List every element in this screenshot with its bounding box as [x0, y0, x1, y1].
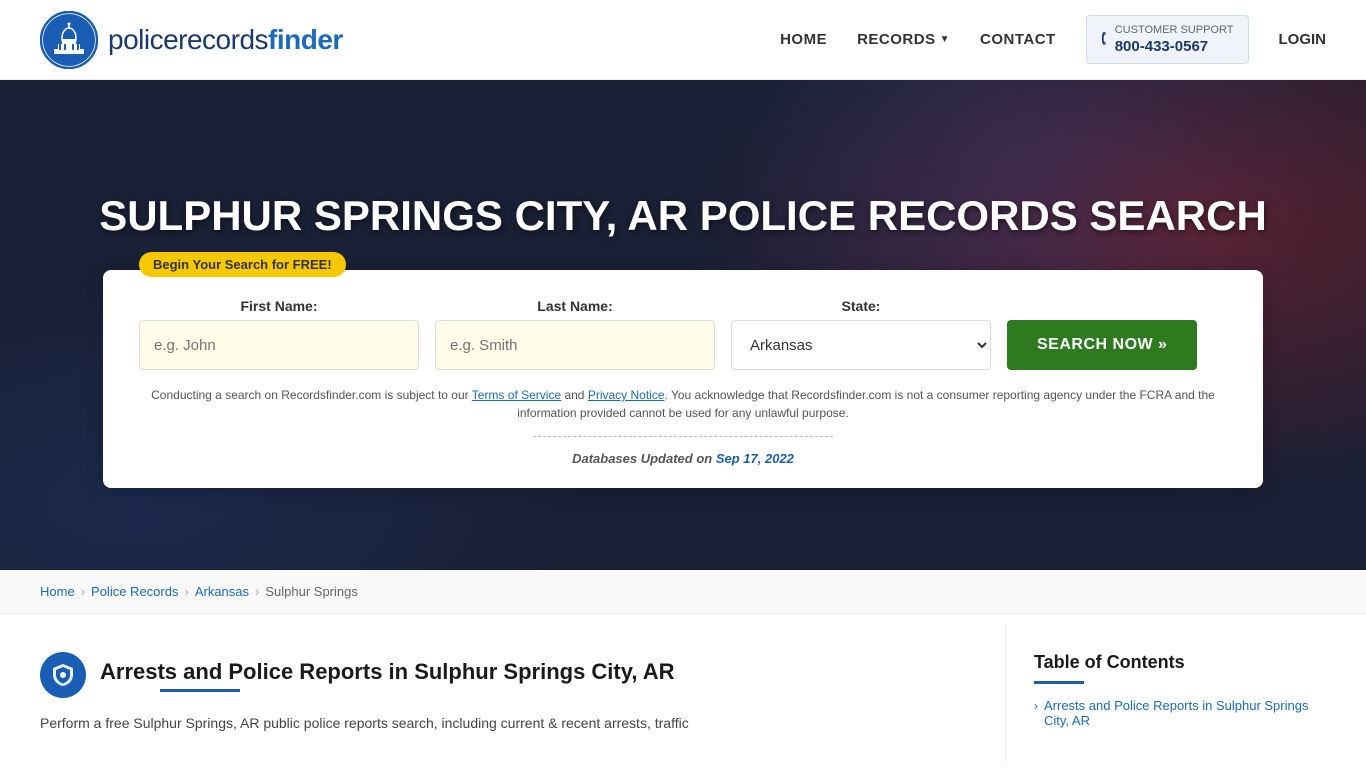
toc-item-1[interactable]: › Arrests and Police Reports in Sulphur …: [1034, 698, 1326, 728]
breadcrumb-home[interactable]: Home: [40, 584, 75, 599]
state-label: State:: [731, 298, 991, 314]
last-name-label: Last Name:: [435, 298, 715, 314]
last-name-group: Last Name:: [435, 298, 715, 370]
hero-content: SULPHUR SPRINGS CITY, AR POLICE RECORDS …: [0, 162, 1366, 488]
first-name-input[interactable]: [139, 320, 419, 370]
first-name-label: First Name:: [139, 298, 419, 314]
breadcrumb-arkansas[interactable]: Arkansas: [195, 584, 249, 599]
disclaimer-divider: [533, 436, 833, 437]
breadcrumb: Home › Police Records › Arkansas › Sulph…: [0, 570, 1366, 614]
breadcrumb-police-records[interactable]: Police Records: [91, 584, 178, 599]
nav-records[interactable]: RECORDS ▼: [857, 31, 950, 48]
logo[interactable]: policerecordsfinder: [40, 11, 343, 69]
terms-of-service-link[interactable]: Terms of Service: [472, 388, 561, 402]
toc-chevron-icon: ›: [1034, 699, 1038, 713]
search-card: Begin Your Search for FREE! First Name: …: [103, 270, 1263, 488]
header: policerecordsfinder HOME RECORDS ▼ CONTA…: [0, 0, 1366, 80]
headset-icon: 🕻: [1101, 28, 1107, 51]
bc-sep-1: ›: [81, 584, 85, 599]
first-name-group: First Name:: [139, 298, 419, 370]
logo-icon: [40, 11, 98, 69]
logo-text: policerecordsfinder: [108, 24, 343, 56]
shield-icon: [52, 663, 74, 687]
state-group: State: AlabamaAlaskaArizonaArkansasCalif…: [731, 298, 991, 370]
main-content: Arrests and Police Reports in Sulphur Sp…: [0, 624, 1366, 764]
login-button[interactable]: LOGIN: [1279, 31, 1327, 48]
bc-sep-2: ›: [184, 584, 188, 599]
privacy-notice-link[interactable]: Privacy Notice: [588, 388, 665, 402]
bc-sep-3: ›: [255, 584, 259, 599]
disclaimer-text: Conducting a search on Recordsfinder.com…: [139, 386, 1227, 422]
last-name-input[interactable]: [435, 320, 715, 370]
search-button[interactable]: SEARCH NOW »: [1007, 320, 1197, 370]
section-header: Arrests and Police Reports in Sulphur Sp…: [40, 652, 977, 698]
search-form-row: First Name: Last Name: State: AlabamaAla…: [139, 298, 1227, 370]
toc-title: Table of Contents: [1034, 652, 1326, 673]
toc-underline: [1034, 681, 1084, 684]
section-title: Arrests and Police Reports in Sulphur Sp…: [100, 659, 675, 685]
customer-support-box[interactable]: 🕻 CUSTOMER SUPPORT 800-433-0567: [1086, 15, 1249, 63]
main-nav: HOME RECORDS ▼ CONTACT 🕻 CUSTOMER SUPPOR…: [780, 15, 1326, 63]
nav-contact[interactable]: CONTACT: [980, 31, 1056, 48]
hero-section: SULPHUR SPRINGS CITY, AR POLICE RECORDS …: [0, 80, 1366, 570]
title-underline: [160, 689, 240, 692]
hero-title: SULPHUR SPRINGS CITY, AR POLICE RECORDS …: [20, 192, 1346, 240]
free-search-badge: Begin Your Search for FREE!: [139, 252, 346, 277]
cs-info: CUSTOMER SUPPORT 800-433-0567: [1115, 24, 1234, 54]
nav-home[interactable]: HOME: [780, 31, 827, 48]
section-title-block: Arrests and Police Reports in Sulphur Sp…: [100, 659, 675, 692]
toc-item-label: Arrests and Police Reports in Sulphur Sp…: [1044, 698, 1326, 728]
state-select[interactable]: AlabamaAlaskaArizonaArkansasCaliforniaCo…: [731, 320, 991, 370]
shield-icon-circle: [40, 652, 86, 698]
records-chevron-icon: ▼: [940, 34, 950, 45]
content-right: Table of Contents › Arrests and Police R…: [1006, 624, 1326, 764]
section-body: Perform a free Sulphur Springs, AR publi…: [40, 712, 977, 734]
breadcrumb-current: Sulphur Springs: [265, 584, 358, 599]
db-updated: Databases Updated on Sep 17, 2022: [139, 451, 1227, 466]
content-left: Arrests and Police Reports in Sulphur Sp…: [40, 624, 1006, 764]
